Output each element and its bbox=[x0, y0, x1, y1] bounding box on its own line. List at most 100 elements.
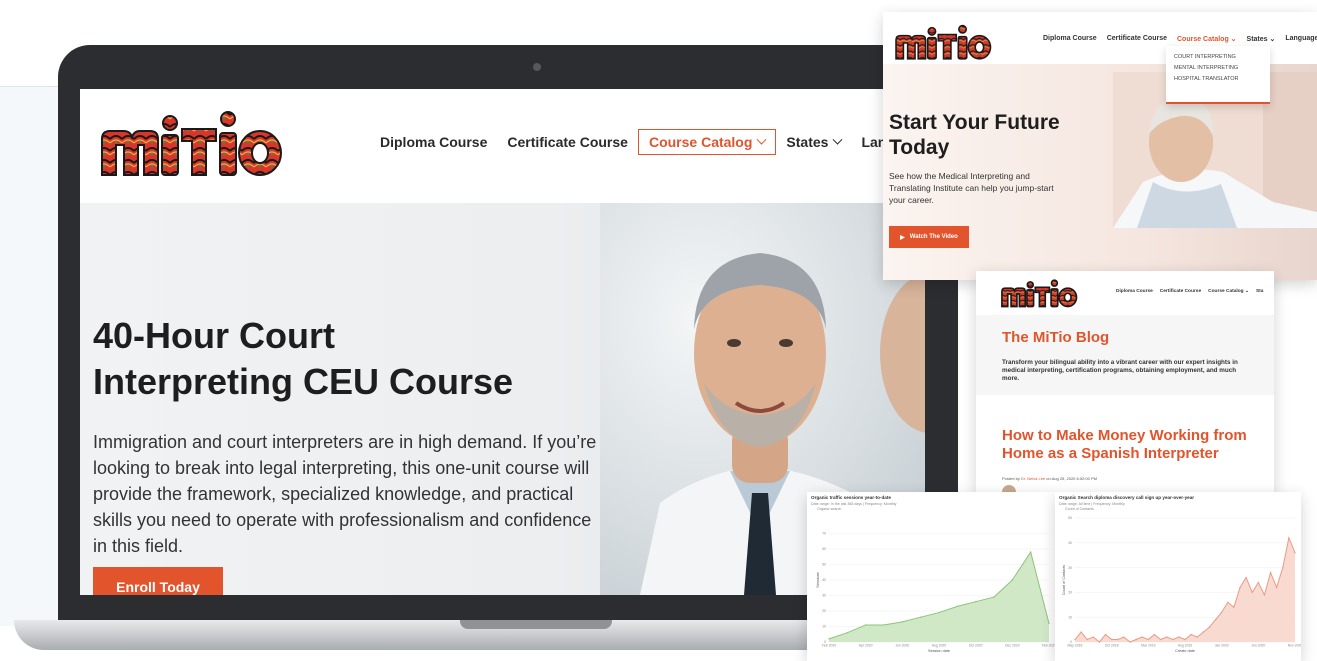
nav-item-certificate-course[interactable]: Certificate Course bbox=[1107, 35, 1167, 43]
data-point bbox=[883, 624, 885, 626]
card-hero-text: See how the Medical Interpreting and Tra… bbox=[889, 171, 1054, 205]
data-point bbox=[1288, 537, 1290, 539]
data-point bbox=[1227, 601, 1229, 604]
x-tick-label: Feb 2021 bbox=[1042, 644, 1055, 648]
nav-item-states[interactable]: States ⌄ bbox=[1247, 35, 1276, 43]
data-point bbox=[828, 638, 830, 640]
data-point bbox=[1239, 586, 1241, 589]
nav-label: Course Catalog bbox=[648, 134, 753, 150]
post-author-link[interactable]: Dr. Nelva Lee bbox=[1021, 476, 1045, 481]
nav-item-course-catalog[interactable]: Course Catalog ⌄ bbox=[1177, 35, 1237, 43]
nav-item-certificate-course[interactable]: Certificate Course bbox=[1160, 289, 1201, 294]
data-point bbox=[1196, 636, 1198, 638]
site-header: Diploma Course Certificate Course Course… bbox=[80, 89, 925, 203]
x-tick-label: Jun 2020 bbox=[895, 644, 909, 648]
nav-item-course-catalog[interactable]: Course Catalog ⌄ bbox=[1208, 289, 1249, 294]
watch-video-button[interactable]: ▶ Watch The Video bbox=[889, 226, 969, 248]
y-tick-label: 60 bbox=[822, 547, 826, 551]
data-point bbox=[1104, 633, 1107, 636]
data-point bbox=[1263, 594, 1266, 596]
y-tick-label: 10 bbox=[822, 625, 826, 629]
data-point bbox=[1184, 638, 1186, 641]
data-point bbox=[1257, 581, 1260, 584]
x-axis-label: Create date bbox=[1175, 649, 1195, 653]
data-point bbox=[1110, 638, 1113, 641]
x-tick-label: Aug 2019 bbox=[1178, 644, 1193, 648]
data-point bbox=[1159, 638, 1162, 641]
x-tick-label: May 2018 bbox=[1068, 644, 1083, 648]
mitio-logo bbox=[895, 24, 992, 60]
watch-video-label: Watch The Video bbox=[909, 234, 958, 240]
x-axis-label: Session date bbox=[928, 649, 950, 653]
x-tick-label: Mar 2019 bbox=[1141, 644, 1155, 648]
enroll-today-button[interactable]: Enroll Today bbox=[93, 567, 223, 595]
nav-item-diploma-course[interactable]: Diploma Course bbox=[1116, 289, 1153, 294]
blog-post-title[interactable]: How to Make Money Working from Home as a… bbox=[1002, 427, 1272, 463]
hero-title-line: Interpreting CEU Course bbox=[93, 361, 514, 402]
data-point bbox=[1011, 579, 1014, 581]
data-point bbox=[1208, 626, 1211, 628]
blog-title: The MiTio Blog bbox=[1002, 329, 1110, 346]
data-point bbox=[1245, 576, 1247, 579]
dropdown-item[interactable]: HOSPITAL TRANSLATOR bbox=[1174, 74, 1262, 85]
dropdown-item[interactable]: MENTAL INTERPRETING bbox=[1174, 63, 1262, 74]
x-tick-label: Oct 2020 bbox=[969, 644, 983, 648]
nav-item-diploma-course[interactable]: Diploma Course bbox=[1043, 35, 1097, 43]
data-point bbox=[1294, 552, 1296, 554]
hero-description: Immigration and court interpreters are i… bbox=[93, 432, 597, 556]
data-point bbox=[1190, 633, 1192, 636]
card-hero-title-line: Start Your Future bbox=[889, 111, 1060, 134]
camera-icon bbox=[533, 63, 541, 71]
data-point bbox=[1214, 618, 1217, 621]
nav-item-certificate-course[interactable]: Certificate Course bbox=[497, 130, 638, 154]
data-point bbox=[1098, 641, 1101, 643]
y-axis-label: Count of Contacts bbox=[1062, 565, 1066, 595]
diploma-signup-chart: 01020304050May 2018 Oct 2018 Mar 2019 Aug 2… bbox=[1062, 516, 1301, 653]
data-point bbox=[1282, 566, 1284, 569]
data-point bbox=[1275, 586, 1278, 589]
meta-prefix: Posted by bbox=[1002, 476, 1021, 481]
play-icon: ▶ bbox=[900, 234, 905, 241]
nav-label: Certificate Course bbox=[507, 134, 628, 150]
data-point bbox=[901, 621, 904, 623]
organic-traffic-chart-card: Organic traffic sessions year-to-date Da… bbox=[807, 492, 1055, 661]
data-point bbox=[993, 596, 995, 598]
data-point bbox=[1269, 571, 1272, 574]
mitio-logo[interactable] bbox=[98, 109, 284, 181]
x-tick-label: Jan 2020 bbox=[1215, 644, 1229, 648]
hero-title-line: 40-Hour Court bbox=[93, 315, 335, 356]
data-point bbox=[864, 624, 867, 626]
dropdown-item[interactable]: COURT INTERPRETING bbox=[1174, 52, 1262, 63]
nav-label: States bbox=[786, 134, 829, 150]
nav-item-languages[interactable]: Languages bbox=[1285, 35, 1317, 43]
card-hero-title: Start Your Future Today bbox=[889, 110, 1119, 160]
data-point bbox=[1123, 636, 1125, 638]
x-tick-label: Apr 2020 bbox=[859, 644, 873, 648]
hero-title: 40-Hour Court Interpreting CEU Course bbox=[93, 313, 613, 405]
x-tick-label: Aug 2020 bbox=[932, 644, 947, 648]
data-point bbox=[938, 611, 940, 614]
x-tick-label: Nov 2020 bbox=[1288, 644, 1301, 648]
main-nav: Diploma Course Certificate Course Course… bbox=[370, 129, 925, 155]
nav-item-course-catalog[interactable]: Course Catalog bbox=[637, 129, 777, 155]
hero-section: 40-Hour Court Interpreting CEU Course Im… bbox=[80, 203, 925, 595]
data-point bbox=[919, 616, 922, 618]
data-point bbox=[1092, 636, 1095, 638]
data-point bbox=[1233, 606, 1235, 608]
data-point bbox=[1074, 638, 1076, 641]
nav-item-states[interactable]: Sta bbox=[1256, 289, 1263, 294]
y-tick-label: 20 bbox=[1068, 591, 1072, 595]
chevron-down-icon bbox=[756, 134, 767, 145]
nav-item-diploma-course[interactable]: Diploma Course bbox=[370, 130, 497, 154]
data-point bbox=[1165, 636, 1168, 638]
data-point bbox=[1080, 631, 1082, 633]
card-hero-title-line: Today bbox=[889, 136, 950, 159]
x-tick-label: Feb 2020 bbox=[822, 644, 836, 648]
data-point bbox=[1135, 638, 1137, 641]
nav-item-states[interactable]: States bbox=[776, 130, 851, 154]
nav-label: Course Catalog bbox=[1176, 36, 1229, 43]
y-axis-label: Sessions bbox=[816, 572, 820, 588]
data-point bbox=[1048, 622, 1050, 625]
y-tick-label: 40 bbox=[822, 578, 826, 582]
y-tick-label: 70 bbox=[822, 532, 826, 536]
